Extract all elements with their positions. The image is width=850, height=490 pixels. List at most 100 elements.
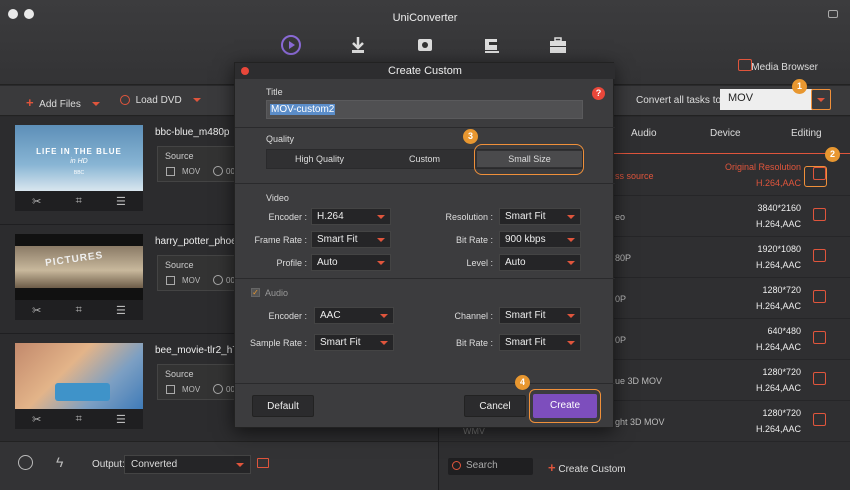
- audio-label: Audio: [265, 288, 289, 298]
- edit-icon[interactable]: [813, 372, 826, 385]
- transfer-nav-icon[interactable]: [480, 33, 504, 57]
- source-format: MOV: [182, 276, 201, 285]
- trim-icon[interactable]: ✂: [32, 413, 41, 426]
- convert-all-dropdown-button[interactable]: [811, 89, 831, 110]
- tab-editing[interactable]: Editing: [791, 128, 822, 139]
- crop-icon[interactable]: ⌗: [76, 195, 82, 208]
- video-profile-select[interactable]: Auto: [311, 254, 391, 271]
- chevron-down-icon: [567, 238, 575, 242]
- audio-samplerate-select[interactable]: Smart Fit: [314, 334, 394, 351]
- video-thumbnail[interactable]: LIFE IN THE BLUE in HD BBC: [15, 125, 143, 191]
- chevron-down-icon: [567, 261, 575, 265]
- create-custom-dialog: Create Custom Title MOV-custom2 ? Qualit…: [234, 62, 615, 428]
- thumbnail-logo: BBC: [73, 170, 85, 176]
- format-resolution: 1280*720 H.264,AAC: [755, 408, 801, 434]
- video-encoder-select[interactable]: H.264: [311, 208, 391, 225]
- chevron-down-icon: [377, 261, 385, 265]
- crop-icon[interactable]: ⌗: [76, 304, 82, 317]
- load-dvd-label: Load DVD: [135, 95, 182, 106]
- video-encoder-value: H.264: [317, 211, 344, 222]
- add-files-label: Add Files: [39, 99, 81, 110]
- chat-icon[interactable]: [828, 10, 838, 18]
- audio-channel-label: Channel :: [454, 311, 493, 321]
- format-name: 0P: [615, 294, 627, 304]
- alarm-icon[interactable]: [18, 455, 33, 470]
- load-dvd-button[interactable]: Load DVD: [120, 95, 201, 106]
- video-level-label: Level :: [466, 258, 493, 268]
- video-label: Video: [266, 193, 289, 203]
- video-bitrate-select[interactable]: 900 kbps: [499, 231, 581, 248]
- media-browser-link[interactable]: Media Browser: [751, 62, 818, 73]
- help-icon[interactable]: ?: [592, 87, 605, 100]
- effects-icon[interactable]: ☰: [116, 304, 126, 317]
- edit-icon[interactable]: [813, 249, 826, 262]
- burn-nav-icon[interactable]: [413, 33, 437, 57]
- edit-icon[interactable]: [813, 290, 826, 303]
- cancel-button[interactable]: Cancel: [464, 395, 526, 417]
- chevron-down-icon: [377, 238, 385, 242]
- convert-nav-icon[interactable]: [279, 33, 303, 57]
- create-custom-link[interactable]: + Create Custom: [548, 460, 626, 475]
- chevron-down-icon[interactable]: [91, 102, 100, 107]
- chevron-down-icon: [377, 215, 385, 219]
- title-input[interactable]: MOV-custom2: [266, 100, 583, 119]
- lightning-icon[interactable]: ϟ: [56, 454, 63, 470]
- divider: [235, 183, 615, 184]
- video-bitrate-value: 900 kbps: [505, 234, 546, 245]
- search-input[interactable]: Search: [448, 458, 533, 475]
- audio-bitrate-value: Smart Fit: [505, 337, 546, 348]
- audio-channel-select[interactable]: Smart Fit: [499, 307, 581, 324]
- plus-icon: +: [548, 460, 556, 475]
- video-level-select[interactable]: Auto: [499, 254, 581, 271]
- output-value: Converted: [131, 459, 178, 470]
- download-nav-icon[interactable]: [346, 33, 370, 57]
- quality-custom-option[interactable]: Custom: [372, 154, 477, 164]
- chevron-down-icon[interactable]: [192, 98, 201, 103]
- dialog-close-button[interactable]: [241, 67, 249, 75]
- audio-encoder-value: AAC: [320, 310, 341, 321]
- audio-checkbox[interactable]: ✓: [251, 288, 260, 297]
- video-thumbnail[interactable]: PICTURES: [15, 234, 143, 300]
- crop-icon[interactable]: ⌗: [76, 413, 82, 426]
- chevron-down-icon: [567, 215, 575, 219]
- edit-icon[interactable]: [813, 413, 826, 426]
- tab-audio[interactable]: Audio: [631, 128, 657, 139]
- video-thumbnail[interactable]: [15, 343, 143, 409]
- trim-icon[interactable]: ✂: [32, 195, 41, 208]
- app-title: UniConverter: [392, 12, 458, 24]
- chevron-down-icon: [380, 314, 388, 318]
- format-name: ss source: [615, 171, 654, 181]
- video-framerate-label: Frame Rate :: [254, 235, 307, 245]
- search-placeholder: Search: [466, 460, 498, 471]
- step-badge: 1: [792, 79, 807, 94]
- audio-bitrate-label: Bit Rate :: [455, 338, 493, 348]
- edit-icon[interactable]: [813, 208, 826, 221]
- edit-icon[interactable]: [813, 331, 826, 344]
- folder-icon[interactable]: [257, 458, 269, 468]
- source-label: Source: [165, 369, 194, 379]
- format-resolution: 640*480 H.264,AAC: [755, 326, 801, 352]
- app-window: UniConverter Media Browser + Add Files L…: [0, 0, 850, 490]
- film-icon: [166, 276, 175, 285]
- video-framerate-select[interactable]: Smart Fit: [311, 231, 391, 248]
- audio-bitrate-select[interactable]: Smart Fit: [499, 334, 581, 351]
- toolbox-nav-icon[interactable]: [546, 33, 570, 57]
- video-resolution-label: Resolution :: [445, 212, 493, 222]
- quality-high-option[interactable]: High Quality: [267, 154, 372, 164]
- film-icon: [166, 385, 175, 394]
- add-files-button[interactable]: + Add Files: [26, 95, 100, 110]
- effects-icon[interactable]: ☰: [116, 195, 126, 208]
- media-browser-icon[interactable]: [738, 59, 752, 71]
- thumbnail-caption: PICTURES: [44, 249, 105, 270]
- audio-encoder-label: Encoder :: [268, 311, 307, 321]
- trim-icon[interactable]: ✂: [32, 304, 41, 317]
- audio-encoder-select[interactable]: AAC: [314, 307, 394, 324]
- dvd-icon: [120, 95, 130, 106]
- tab-device[interactable]: Device: [710, 128, 741, 139]
- video-resolution-select[interactable]: Smart Fit: [499, 208, 581, 225]
- effects-icon[interactable]: ☰: [116, 413, 126, 426]
- clock-icon: [213, 166, 223, 176]
- output-select[interactable]: Converted: [124, 455, 251, 474]
- bottom-bar: ϟ Output: Converted: [0, 441, 438, 490]
- default-button[interactable]: Default: [252, 395, 314, 417]
